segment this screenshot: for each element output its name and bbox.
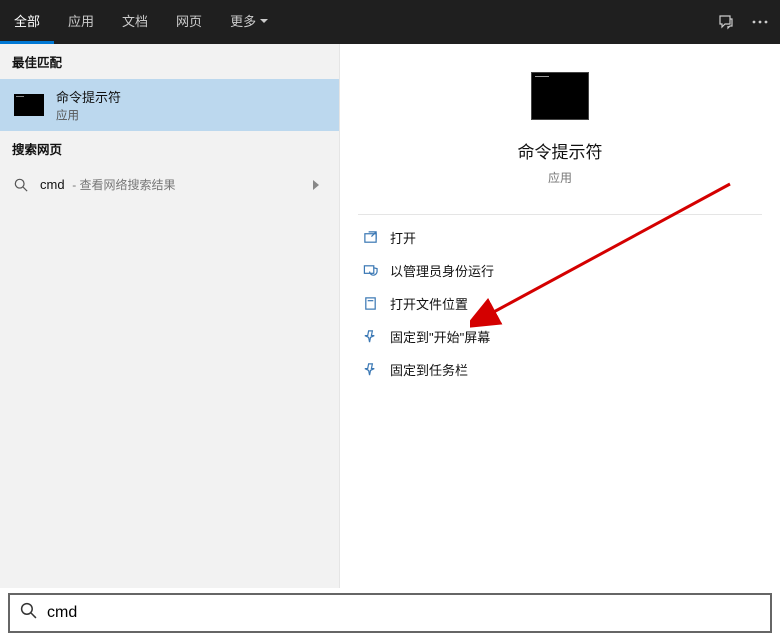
web-query-text: cmd - 查看网络搜索结果 (40, 176, 176, 193)
folder-icon (362, 296, 378, 312)
web-search-row[interactable]: cmd - 查看网络搜索结果 (0, 166, 339, 203)
topbar-right (718, 14, 768, 30)
action-pin-start-label: 固定到"开始"屏幕 (390, 327, 490, 346)
open-icon (362, 230, 378, 246)
feedback-icon[interactable] (718, 14, 734, 30)
web-row-left: cmd - 查看网络搜索结果 (14, 176, 176, 193)
action-list: 打开 以管理员身份运行 打开文件位置 (358, 221, 762, 386)
action-open-label: 打开 (390, 228, 416, 247)
tab-docs[interactable]: 文档 (108, 0, 162, 44)
best-match-header: 最佳匹配 (0, 44, 339, 79)
action-open-location[interactable]: 打开文件位置 (358, 287, 762, 320)
result-text: 命令提示符 应用 (56, 87, 121, 123)
tab-more-label: 更多 (230, 11, 256, 30)
search-input[interactable] (47, 604, 760, 622)
search-icon (20, 602, 37, 624)
results-panel: 最佳匹配 命令提示符 应用 搜索网页 cmd - 查看网络搜索结果 (0, 44, 340, 588)
tab-web[interactable]: 网页 (162, 0, 216, 44)
result-subtitle: 应用 (56, 107, 121, 123)
tab-more[interactable]: 更多 (216, 0, 282, 44)
cmd-icon (14, 94, 44, 116)
divider (358, 214, 762, 215)
panels: 最佳匹配 命令提示符 应用 搜索网页 cmd - 查看网络搜索结果 (0, 44, 780, 588)
chevron-down-icon (260, 19, 268, 23)
action-run-admin-label: 以管理员身份运行 (390, 261, 494, 280)
web-query: cmd (40, 177, 65, 192)
detail-subtitle: 应用 (548, 169, 572, 186)
more-icon[interactable] (752, 20, 768, 24)
tab-all[interactable]: 全部 (0, 0, 54, 44)
result-title: 命令提示符 (56, 87, 121, 106)
action-pin-taskbar-label: 固定到任务栏 (390, 360, 468, 379)
filter-tabs: 全部 应用 文档 网页 更多 (0, 0, 282, 44)
search-bar[interactable] (8, 593, 772, 633)
detail-header: 命令提示符 应用 (358, 64, 762, 204)
search-web-header: 搜索网页 (0, 131, 339, 166)
pin-icon (362, 329, 378, 345)
result-cmd[interactable]: 命令提示符 应用 (0, 79, 339, 131)
detail-card: 命令提示符 应用 打开 (358, 64, 762, 386)
action-run-admin[interactable]: 以管理员身份运行 (358, 254, 762, 287)
chevron-right-icon (313, 180, 319, 190)
pin-taskbar-icon (362, 362, 378, 378)
web-query-sub: - 查看网络搜索结果 (72, 178, 175, 192)
action-open[interactable]: 打开 (358, 221, 762, 254)
cmd-large-icon (531, 72, 589, 120)
detail-title: 命令提示符 (518, 138, 603, 163)
search-icon (14, 178, 28, 192)
tab-apps[interactable]: 应用 (54, 0, 108, 44)
detail-panel: 命令提示符 应用 打开 (340, 44, 780, 588)
shield-icon (362, 263, 378, 279)
search-topbar: 全部 应用 文档 网页 更多 (0, 0, 780, 44)
action-pin-taskbar[interactable]: 固定到任务栏 (358, 353, 762, 386)
action-open-location-label: 打开文件位置 (390, 294, 468, 313)
action-pin-start[interactable]: 固定到"开始"屏幕 (358, 320, 762, 353)
